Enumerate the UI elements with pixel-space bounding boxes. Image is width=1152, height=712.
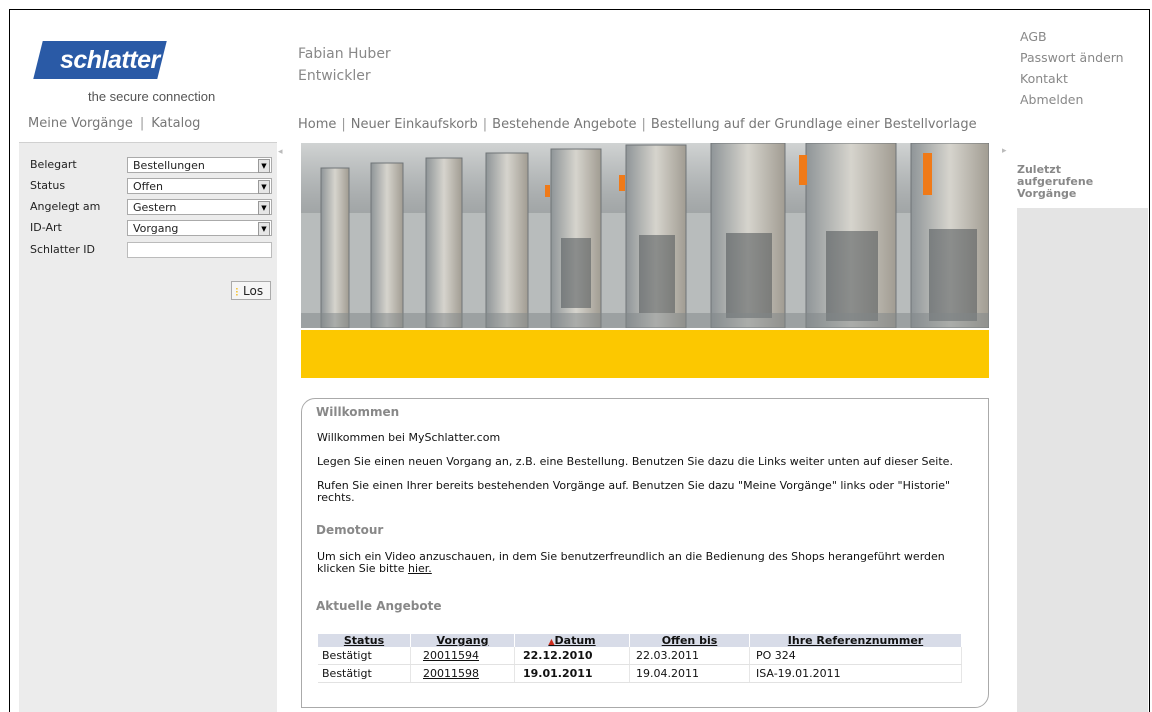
- nav-katalog[interactable]: Katalog: [151, 116, 200, 131]
- offers-heading: Aktuelle Angebote: [316, 599, 442, 613]
- idart-select[interactable]: Vorgang ▼: [127, 220, 272, 236]
- column-header-status[interactable]: Status: [318, 634, 411, 647]
- nav-home[interactable]: Home: [298, 117, 336, 132]
- offers-table: Status Vorgang ▲Datum Offen bis Ihre Ref…: [318, 634, 962, 683]
- angelegt-select[interactable]: Gestern ▼: [127, 199, 272, 215]
- account-links: AGB Passwort ändern Kontakt Abmelden: [1020, 26, 1124, 110]
- banner-image: [301, 143, 989, 328]
- go-icon: ⁝: [235, 285, 239, 299]
- welcome-line-1: Willkommen bei MySchlatter.com: [317, 431, 501, 444]
- idart-value: Vorgang: [133, 222, 179, 235]
- expand-right-icon[interactable]: ▸: [1002, 146, 1007, 156]
- cell-status: Bestätigt: [318, 664, 411, 683]
- los-label: Los: [243, 284, 264, 298]
- belegart-select[interactable]: Bestellungen ▼: [127, 157, 272, 173]
- nav-separator: |: [139, 116, 145, 131]
- idart-label: ID-Art: [30, 221, 62, 234]
- dropdown-arrow-icon[interactable]: ▼: [258, 201, 270, 215]
- angelegt-label: Angelegt am: [30, 200, 101, 213]
- page-frame: schlatter the secure connection Meine Vo…: [9, 9, 1150, 712]
- link-kontakt[interactable]: Kontakt: [1020, 68, 1124, 89]
- recent-items-panel: Zuletzt aufgerufene Vorgänge: [1017, 142, 1148, 712]
- dropdown-arrow-icon[interactable]: ▼: [258, 159, 270, 173]
- welcome-line-3: Rufen Sie einen Ihrer bereits bestehende…: [317, 479, 951, 504]
- link-abmelden[interactable]: Abmelden: [1020, 89, 1124, 110]
- cell-referenz: PO 324: [749, 647, 962, 665]
- recent-items-title: Zuletzt aufgerufene Vorgänge: [1017, 163, 1094, 200]
- cell-offen-bis: 22.03.2011: [629, 647, 750, 665]
- tagline: the secure connection: [88, 89, 216, 104]
- belegart-value: Bestellungen: [133, 159, 205, 172]
- angelegt-value: Gestern: [133, 201, 177, 214]
- cell-offen-bis: 19.04.2011: [629, 664, 750, 683]
- nav-bestehende-angebote[interactable]: Bestehende Angebote: [492, 117, 636, 132]
- machine-illustration: [301, 143, 989, 328]
- logo-text[interactable]: schlatter: [60, 46, 160, 75]
- schlatter-id-input[interactable]: [127, 242, 272, 258]
- cell-status: Bestätigt: [318, 647, 411, 665]
- top-nav: Home | Neuer Einkaufskorb | Bestehende Angeb…: [298, 117, 977, 132]
- vorgang-link[interactable]: 20011598: [423, 667, 479, 680]
- cell-vorgang: 20011594: [410, 647, 515, 665]
- vorgang-link[interactable]: 20011594: [423, 649, 479, 662]
- dropdown-arrow-icon[interactable]: ▼: [258, 222, 270, 236]
- user-name: Fabian Huber: [298, 46, 391, 62]
- welcome-panel: Willkommen Willkommen bei MySchlatter.co…: [301, 398, 989, 708]
- user-role: Entwickler: [298, 68, 371, 84]
- right-panel-handle[interactable]: ▸: [1000, 142, 1010, 712]
- dropdown-arrow-icon[interactable]: ▼: [258, 180, 270, 194]
- search-panel: Belegart Bestellungen ▼ Status Offen ▼ A…: [19, 142, 285, 712]
- user-info: Fabian Huber Entwickler: [298, 43, 391, 87]
- demotour-text: Um sich ein Video anzuschauen, in dem Si…: [317, 551, 957, 575]
- nav-meine-vorgaenge[interactable]: Meine Vorgänge: [28, 116, 133, 131]
- link-passwort-aendern[interactable]: Passwort ändern: [1020, 47, 1124, 68]
- welcome-line-2: Legen Sie einen neuen Vorgang an, z.B. e…: [317, 455, 953, 468]
- column-header-offen-bis[interactable]: Offen bis: [629, 634, 750, 647]
- nav-neuer-einkaufskorb[interactable]: Neuer Einkaufskorb: [351, 117, 478, 132]
- link-agb[interactable]: AGB: [1020, 26, 1124, 47]
- status-label: Status: [30, 179, 66, 192]
- nav-separator: |: [341, 117, 346, 132]
- demotour-heading: Demotour: [316, 523, 384, 537]
- cell-vorgang: 20011598: [410, 664, 515, 683]
- status-value: Offen: [133, 180, 163, 193]
- belegart-label: Belegart: [30, 158, 77, 171]
- status-select[interactable]: Offen ▼: [127, 178, 272, 194]
- nav-bestellvorlage[interactable]: Bestellung auf der Grundlage einer Beste…: [651, 117, 977, 132]
- schlatter-id-label: Schlatter ID: [30, 243, 95, 256]
- table-row: Bestätigt 20011594 22.12.2010 22.03.2011…: [318, 647, 962, 665]
- column-header-referenz[interactable]: Ihre Referenznummer: [749, 634, 962, 647]
- demotour-link[interactable]: hier.: [408, 562, 432, 575]
- nav-separator: |: [482, 117, 488, 132]
- column-header-datum[interactable]: ▲Datum: [514, 634, 630, 647]
- table-header-row: Status Vorgang ▲Datum Offen bis Ihre Ref…: [318, 634, 962, 647]
- left-nav: Meine Vorgänge | Katalog: [28, 116, 200, 131]
- table-row: Bestätigt 20011598 19.01.2011 19.04.2011…: [318, 664, 962, 683]
- cell-datum: 19.01.2011: [514, 664, 630, 683]
- nav-separator: |: [641, 117, 646, 132]
- collapse-left-icon[interactable]: ◂: [278, 147, 283, 157]
- column-header-vorgang[interactable]: Vorgang: [410, 634, 515, 647]
- panel-collapse-handle[interactable]: ◂: [277, 143, 285, 712]
- accent-bar: [301, 330, 989, 378]
- cell-referenz: ISA-19.01.2011: [749, 664, 962, 683]
- recent-items-header: Zuletzt aufgerufene Vorgänge: [1017, 142, 1148, 208]
- welcome-heading: Willkommen: [316, 405, 400, 419]
- column-header-datum-label: Datum: [554, 634, 596, 647]
- cell-datum: 22.12.2010: [514, 647, 630, 665]
- los-button[interactable]: ⁝ Los: [231, 281, 271, 300]
